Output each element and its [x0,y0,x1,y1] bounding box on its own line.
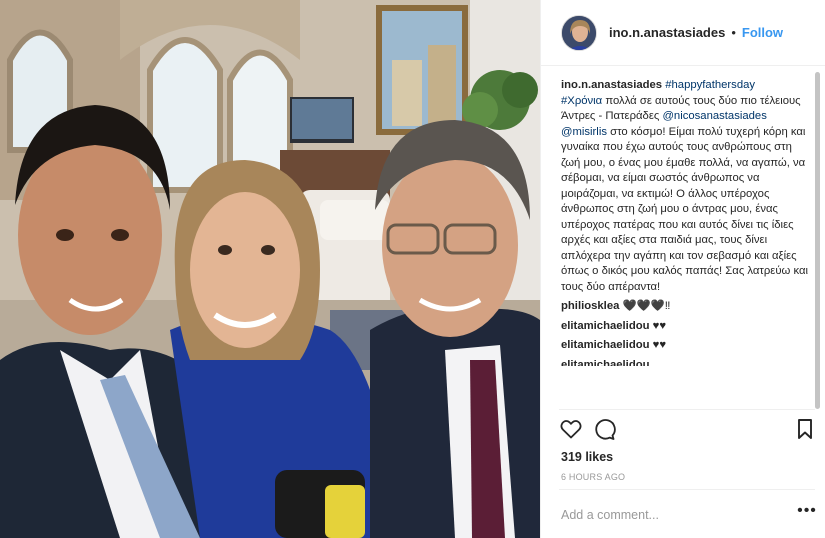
comment-item: elitamichaelidou ♥♥ [561,338,813,354]
post-header: ino.n.anastasiades • Follow [541,0,825,66]
comments-list[interactable]: ino.n.anastasiades #happyfathersday #Χρό… [561,78,813,408]
post-actions [559,417,821,443]
caption-username[interactable]: ino.n.anastasiades [561,79,662,91]
avatar-image [562,15,596,50]
post-timestamp[interactable]: 6 HOURS AGO [561,472,625,482]
comment-text: ♥♥ [649,319,667,332]
comments-scrollbar[interactable] [815,72,820,409]
post-details-panel: ino.n.anastasiades • Follow ino.n.anasta… [540,0,825,538]
comment-username[interactable]: philiosklea [561,300,619,312]
add-comment-input[interactable] [561,506,781,524]
post-photo[interactable] [0,0,540,538]
hashtag-link[interactable]: #happyfathersday [665,79,755,91]
divider [559,409,815,410]
more-options-button[interactable]: ••• [797,503,817,523]
divider [559,489,815,490]
heart-outline-icon[interactable] [559,417,583,441]
caption-text: στο κόσμο! Είμαι πολύ τυχερή κόρη και γυ… [561,125,809,293]
follow-button[interactable]: Follow [742,25,783,40]
comment-item: philiosklea 🖤🖤🖤‼ [561,299,813,315]
bookmark-outline-icon[interactable] [793,417,817,441]
comment-username[interactable]: elitamichaelidou [561,359,650,366]
comment-username[interactable]: elitamichaelidou [561,339,650,351]
hashtag-link[interactable]: #Χρόνια [561,95,602,107]
comment-bubble-icon[interactable] [592,417,616,441]
header-separator: • [731,25,736,40]
comment-text: 🖤🖤🖤‼ [619,300,671,312]
comment-text: ♥♥ [649,339,667,351]
instagram-post: ino.n.anastasiades • Follow ino.n.anasta… [0,0,825,538]
avatar[interactable] [561,14,597,51]
header-username[interactable]: ino.n.anastasiades [609,25,725,40]
selfie-photo-illustration [0,0,540,538]
likes-count[interactable]: 319 likes [561,450,613,464]
mention-link[interactable]: @nicosanastasiades [662,110,766,122]
comment-item: elitamichaelidou [561,358,813,366]
mention-link[interactable]: @misirlis [561,126,607,138]
caption: ino.n.anastasiades #happyfathersday #Χρό… [561,78,813,295]
comment-username[interactable]: elitamichaelidou [561,320,650,332]
comment-item: elitamichaelidou ♥♥ [561,319,813,335]
